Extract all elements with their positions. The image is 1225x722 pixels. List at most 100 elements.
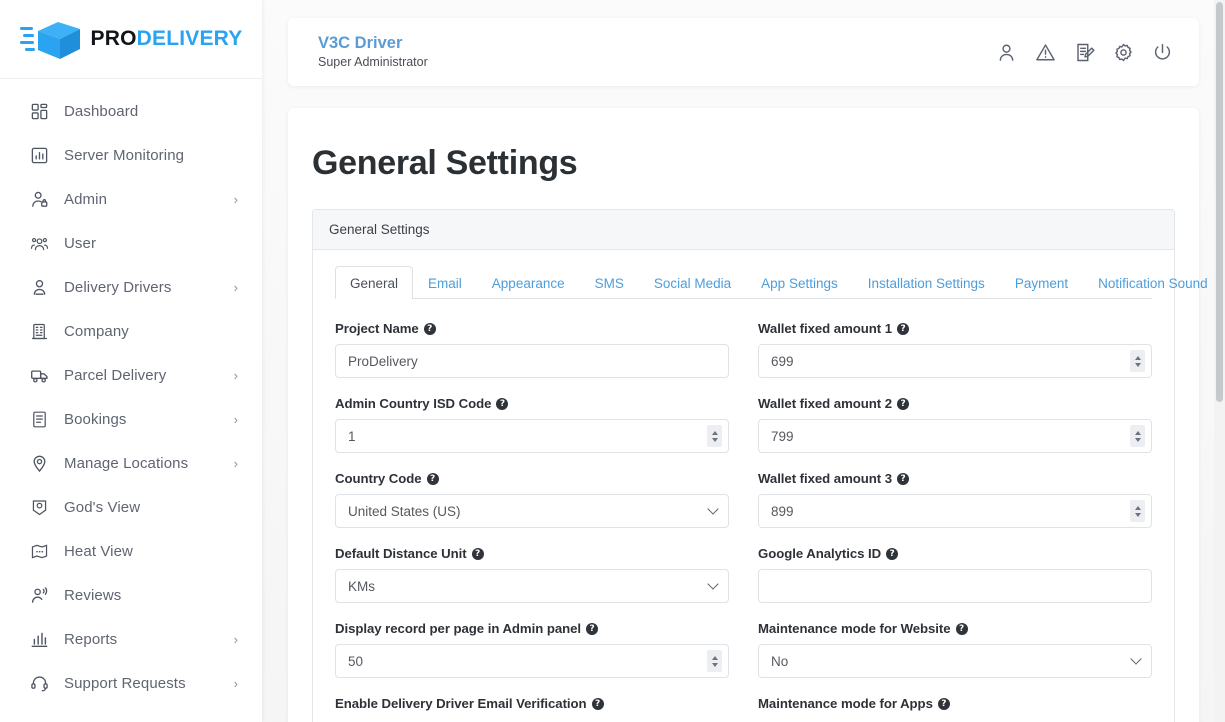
bar-chart-box-icon — [28, 144, 50, 166]
sidebar-item-delivery-drivers[interactable]: Delivery Drivers › — [0, 265, 262, 309]
sidebar-item-label: Heat View — [64, 542, 133, 560]
wallet-fixed-amount-3-input[interactable] — [758, 494, 1152, 528]
sidebar-item-reports[interactable]: Reports › — [0, 617, 262, 661]
country-code-select[interactable] — [335, 494, 729, 528]
field-label-text: Country Code — [335, 471, 422, 486]
field-label: Google Analytics ID ? — [758, 546, 1152, 561]
admin-country-isd-code-input[interactable] — [335, 419, 729, 453]
general-settings-form: Project Name ? Wallet fixed amount 1 ? — [335, 299, 1152, 722]
tab-notification-sound[interactable]: Notification Sound — [1083, 266, 1223, 299]
field-label: Maintenance mode for Apps ? — [758, 696, 1152, 711]
help-icon[interactable]: ? — [426, 472, 439, 485]
number-stepper[interactable] — [1130, 500, 1145, 522]
field-country-code: Country Code ? — [335, 471, 729, 528]
sidebar-item-bookings[interactable]: Bookings › — [0, 397, 262, 441]
chevron-right-icon: › — [233, 411, 238, 427]
brand-name-secondary: DELIVERY — [136, 27, 243, 50]
tab-email[interactable]: Email — [413, 266, 477, 299]
sidebar-item-reviews[interactable]: Reviews — [0, 573, 262, 617]
sidebar-item-label: Reports — [64, 630, 118, 648]
sidebar-item-dashboard[interactable]: Dashboard — [0, 89, 262, 133]
building-icon — [28, 320, 50, 342]
page-scrollbar[interactable] — [1214, 0, 1225, 722]
sidebar-item-support-requests[interactable]: Support Requests › — [0, 661, 262, 705]
sidebar-item-gods-view[interactable]: God's View — [0, 485, 262, 529]
control — [335, 569, 729, 603]
tab-payment[interactable]: Payment — [1000, 266, 1083, 299]
display-record-per-page-input[interactable] — [335, 644, 729, 678]
control — [758, 344, 1152, 378]
number-stepper[interactable] — [707, 425, 722, 447]
scrollbar-thumb[interactable] — [1216, 2, 1223, 402]
help-icon[interactable]: ? — [897, 472, 910, 485]
number-stepper[interactable] — [1130, 350, 1145, 372]
sidebar-item-heat-view[interactable]: Heat View — [0, 529, 262, 573]
field-label-text: Wallet fixed amount 3 — [758, 471, 893, 486]
power-logout-icon[interactable] — [1151, 41, 1173, 63]
field-maintenance-mode-website: Maintenance mode for Website ? — [758, 621, 1152, 678]
sidebar-item-label: God's View — [64, 498, 141, 516]
help-icon[interactable]: ? — [591, 697, 604, 710]
tab-appearance[interactable]: Appearance — [477, 266, 580, 299]
sidebar-item-user[interactable]: User — [0, 221, 262, 265]
parcel-box-logo-icon — [19, 22, 80, 59]
control — [335, 344, 729, 378]
sidebar-item-manage-locations[interactable]: Manage Locations › — [0, 441, 262, 485]
brand-logo[interactable]: PRODELIVERY — [0, 0, 262, 79]
top-bar-actions — [995, 41, 1173, 63]
help-icon[interactable]: ? — [955, 622, 968, 635]
control — [335, 419, 729, 453]
tab-social-media[interactable]: Social Media — [639, 266, 746, 299]
field-google-analytics-id: Google Analytics ID ? — [758, 546, 1152, 603]
field-wallet-fixed-amount-3: Wallet fixed amount 3 ? — [758, 471, 1152, 528]
list-document-icon — [28, 408, 50, 430]
default-distance-unit-select[interactable] — [335, 569, 729, 603]
field-wallet-fixed-amount-2: Wallet fixed amount 2 ? — [758, 396, 1152, 453]
edit-document-icon[interactable] — [1073, 41, 1095, 63]
dashboard-grid-icon — [28, 100, 50, 122]
tab-sms[interactable]: SMS — [580, 266, 639, 299]
users-group-icon — [28, 232, 50, 254]
field-label-text: Google Analytics ID — [758, 546, 882, 561]
sidebar: PRODELIVERY Dashboard Server Monitoring … — [0, 0, 262, 722]
wallet-fixed-amount-1-input[interactable] — [758, 344, 1152, 378]
sidebar-item-admin[interactable]: Admin › — [0, 177, 262, 221]
sidebar-item-server-monitoring[interactable]: Server Monitoring — [0, 133, 262, 177]
help-icon[interactable]: ? — [423, 322, 436, 335]
help-icon[interactable]: ? — [886, 547, 899, 560]
help-icon[interactable]: ? — [897, 322, 910, 335]
sidebar-item-company[interactable]: Company — [0, 309, 262, 353]
sidebar-item-label: Server Monitoring — [64, 146, 185, 164]
number-stepper[interactable] — [707, 650, 722, 672]
gear-settings-icon[interactable] — [1112, 41, 1134, 63]
help-icon[interactable]: ? — [586, 622, 599, 635]
sidebar-item-parcel-delivery[interactable]: Parcel Delivery › — [0, 353, 262, 397]
project-name-input[interactable] — [335, 344, 729, 378]
field-wallet-fixed-amount-1: Wallet fixed amount 1 ? — [758, 321, 1152, 378]
account-info: V3C Driver Super Administrator — [318, 33, 995, 72]
bar-chart-icon — [28, 628, 50, 650]
chevron-right-icon: › — [233, 279, 238, 295]
panel-title: General Settings — [313, 210, 1174, 250]
help-icon[interactable]: ? — [471, 547, 484, 560]
help-icon[interactable]: ? — [937, 697, 950, 710]
field-label-text: Display record per page in Admin panel — [335, 621, 582, 636]
control — [758, 419, 1152, 453]
chevron-right-icon: › — [233, 631, 238, 647]
warning-triangle-icon[interactable] — [1034, 41, 1056, 63]
tab-installation-settings[interactable]: Installation Settings — [853, 266, 1000, 299]
tab-app-settings[interactable]: App Settings — [746, 266, 853, 299]
tab-general[interactable]: General — [335, 266, 414, 299]
field-label: Wallet fixed amount 3 ? — [758, 471, 1152, 486]
settings-card: General Settings General Settings Genera… — [288, 108, 1208, 722]
heat-map-icon — [28, 540, 50, 562]
help-icon[interactable]: ? — [897, 397, 910, 410]
wallet-fixed-amount-2-input[interactable] — [758, 419, 1152, 453]
number-stepper[interactable] — [1130, 425, 1145, 447]
google-analytics-id-input[interactable] — [758, 569, 1152, 603]
help-icon[interactable]: ? — [496, 397, 509, 410]
profile-icon[interactable] — [995, 41, 1017, 63]
maintenance-mode-website-select[interactable] — [758, 644, 1152, 678]
top-bar: V3C Driver Super Administrator — [288, 18, 1199, 86]
field-label: Wallet fixed amount 1 ? — [758, 321, 1152, 336]
